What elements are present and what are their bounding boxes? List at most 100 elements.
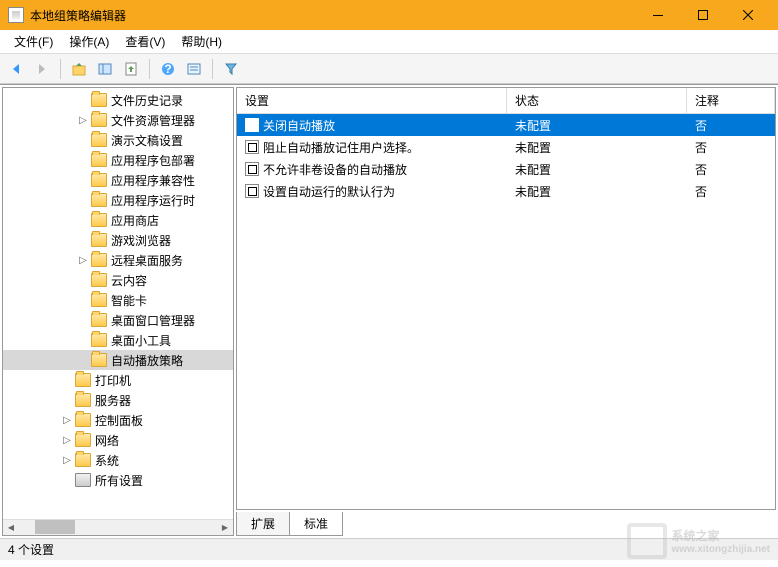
list-header: 设置 状态 注释 [237,88,775,114]
up-button[interactable] [67,57,91,81]
header-status[interactable]: 状态 [507,88,687,113]
tree-item-label: 控制面板 [95,412,143,429]
expand-icon[interactable]: ▷ [77,254,89,266]
tree-item[interactable]: 应用程序包部署 [3,150,233,170]
tree-item[interactable]: 智能卡 [3,290,233,310]
tree-item[interactable]: 应用程序运行时 [3,190,233,210]
show-tree-button[interactable] [93,57,117,81]
expand-icon [77,334,89,346]
expand-icon[interactable]: ▷ [61,454,73,466]
header-setting[interactable]: 设置 [237,88,507,113]
tree-item-label: 应用程序运行时 [111,192,195,209]
list-row[interactable]: 关闭自动播放未配置否 [237,114,775,136]
list-row[interactable]: 不允许非卷设备的自动播放未配置否 [237,158,775,180]
app-icon [8,7,24,23]
tree-item-label: 远程桌面服务 [111,252,183,269]
filter-button[interactable] [219,57,243,81]
tree-item-label: 自动播放策略 [111,352,183,369]
expand-icon [77,274,89,286]
tree-item-label: 文件历史记录 [111,92,183,109]
tree-item-label: 应用程序兼容性 [111,172,195,189]
policy-icon [245,184,259,198]
tree-item-label: 智能卡 [111,292,147,309]
tree-item[interactable]: 打印机 [3,370,233,390]
folder-icon [91,213,107,227]
detail-tabs: 扩展 标准 [236,512,776,536]
folder-icon [91,333,107,347]
tree-item[interactable]: 应用程序兼容性 [3,170,233,190]
tree-item-label: 桌面窗口管理器 [111,312,195,329]
cell-setting: 不允许非卷设备的自动播放 [237,161,507,178]
folder-icon [91,153,107,167]
maximize-button[interactable] [680,0,725,30]
folder-icon [75,453,91,467]
forward-button[interactable] [30,57,54,81]
tree-item[interactable]: ▷ 远程桌面服务 [3,250,233,270]
toolbar: ? [0,54,778,84]
expand-icon [77,354,89,366]
menu-help[interactable]: 帮助(H) [173,30,230,53]
tree-item[interactable]: ▷网络 [3,430,233,450]
tree-item[interactable]: 文件历史记录 [3,90,233,110]
tree-item-label: 云内容 [111,272,147,289]
folder-icon [75,413,91,427]
expand-icon [77,194,89,206]
tree-item[interactable]: 云内容 [3,270,233,290]
tree-item[interactable]: 桌面小工具 [3,330,233,350]
tree-item[interactable]: 服务器 [3,390,233,410]
expand-icon[interactable]: ▷ [61,434,73,446]
tree-item[interactable]: 应用商店 [3,210,233,230]
policy-icon [245,162,259,176]
folder-icon [91,93,107,107]
tree-item[interactable]: ▷ 控制面板 [3,410,233,430]
export-button[interactable] [119,57,143,81]
folder-icon [91,193,107,207]
tree-pane[interactable]: 文件历史记录▷文件资源管理器演示文稿设置应用程序包部署应用程序兼容性应用程序运行… [2,87,234,536]
tree-item[interactable]: 所有设置 [3,470,233,490]
tree-item-label: 游戏浏览器 [111,232,171,249]
expand-icon[interactable]: ▷ [77,114,89,126]
expand-icon [61,474,73,486]
expand-icon[interactable]: ▷ [61,414,73,426]
back-button[interactable] [4,57,28,81]
minimize-button[interactable] [635,0,680,30]
expand-icon [61,374,73,386]
tree-item[interactable]: 桌面窗口管理器 [3,310,233,330]
list-row[interactable]: 阻止自动播放记住用户选择。未配置否 [237,136,775,158]
expand-icon [77,134,89,146]
statusbar: 4 个设置 [0,538,778,560]
tree-item[interactable]: 演示文稿设置 [3,130,233,150]
menu-action[interactable]: 操作(A) [61,30,117,53]
detail-pane: 设置 状态 注释 关闭自动播放未配置否阻止自动播放记住用户选择。未配置否不允许非… [236,87,776,536]
folder-icon [75,393,91,407]
policy-icon [245,118,259,132]
folder-icon [91,253,107,267]
tree-item-label: 打印机 [95,372,131,389]
status-text: 4 个设置 [8,541,54,558]
menu-file[interactable]: 文件(F) [6,30,61,53]
close-button[interactable] [725,0,770,30]
separator [60,59,61,79]
cell-status: 未配置 [507,117,687,134]
policy-icon [245,140,259,154]
tree-item-label: 演示文稿设置 [111,132,183,149]
tree-item[interactable]: ▷系统 [3,450,233,470]
help-button[interactable]: ? [156,57,180,81]
svg-text:?: ? [164,62,171,76]
folder-icon [91,353,107,367]
titlebar: 本地组策略编辑器 [0,0,778,30]
header-comment[interactable]: 注释 [687,88,775,113]
tree-item[interactable]: 游戏浏览器 [3,230,233,250]
tree-item[interactable]: ▷文件资源管理器 [3,110,233,130]
cell-comment: 否 [687,183,775,200]
tab-extended[interactable]: 扩展 [236,512,290,536]
cell-status: 未配置 [507,139,687,156]
separator [149,59,150,79]
tree-item[interactable]: 自动播放策略 [3,350,233,370]
list-row[interactable]: 设置自动运行的默认行为未配置否 [237,180,775,202]
tree-scrollbar[interactable]: ◀ ▶ [3,519,233,535]
properties-button[interactable] [182,57,206,81]
settings-list[interactable]: 设置 状态 注释 关闭自动播放未配置否阻止自动播放记住用户选择。未配置否不允许非… [236,87,776,510]
menu-view[interactable]: 查看(V) [117,30,173,53]
tab-standard[interactable]: 标准 [289,512,343,536]
